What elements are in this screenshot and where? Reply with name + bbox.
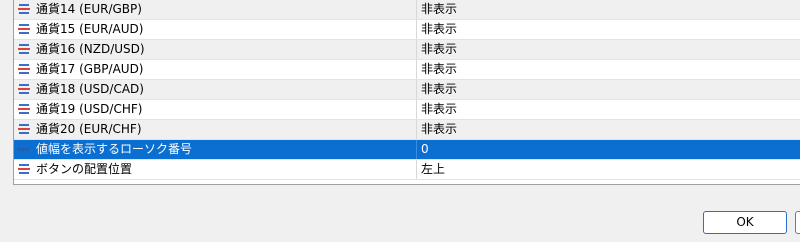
property-list-icon [18,4,30,14]
property-list-icon [18,64,30,74]
property-value[interactable]: 左上 [416,160,800,179]
property-name: 通貨14 (EUR/GBP) [36,2,142,16]
property-name: 通貨16 (NZD/USD) [36,42,145,56]
property-row[interactable]: 通貨14 (EUR/GBP) 非表示 [14,0,800,20]
property-name: ボタンの配置位置 [36,162,133,176]
numeric-value-icon [18,148,29,151]
property-name: 通貨19 (USD/CHF) [36,102,143,116]
cancel-button[interactable] [795,211,800,234]
property-name-cell[interactable]: 値幅を表示するローソク番号 [14,140,416,159]
property-list-icon [18,124,30,134]
property-row[interactable]: 通貨20 (EUR/CHF) 非表示 [14,120,800,140]
properties-dialog: 通貨14 (EUR/GBP) 非表示 通貨15 (EUR/AUD) 非表示 通貨… [0,0,800,242]
property-name: 通貨20 (EUR/CHF) [36,122,142,136]
property-list-icon [18,44,30,54]
property-value[interactable]: 非表示 [416,60,800,79]
property-list-icon [18,104,30,114]
property-value[interactable]: 0 [416,140,800,159]
property-value[interactable]: 非表示 [416,40,800,59]
property-grid[interactable]: 通貨14 (EUR/GBP) 非表示 通貨15 (EUR/AUD) 非表示 通貨… [13,0,800,185]
property-list-icon [18,84,30,94]
property-value[interactable]: 非表示 [416,20,800,39]
property-name: 通貨15 (EUR/AUD) [36,22,144,36]
property-row[interactable]: 通貨18 (USD/CAD) 非表示 [14,80,800,100]
property-value[interactable]: 非表示 [416,80,800,99]
property-name-cell[interactable]: 通貨17 (GBP/AUD) [14,60,416,79]
property-row[interactable]: 通貨16 (NZD/USD) 非表示 [14,40,800,60]
property-name-cell[interactable]: 通貨15 (EUR/AUD) [14,20,416,39]
property-name-cell[interactable]: ボタンの配置位置 [14,160,416,179]
property-name: 通貨17 (GBP/AUD) [36,62,144,76]
property-value[interactable]: 非表示 [416,0,800,19]
property-row[interactable]: ボタンの配置位置 左上 [14,160,800,180]
property-row[interactable]: 通貨17 (GBP/AUD) 非表示 [14,60,800,80]
property-value[interactable]: 非表示 [416,120,800,139]
property-row[interactable]: 通貨15 (EUR/AUD) 非表示 [14,20,800,40]
property-name-cell[interactable]: 通貨19 (USD/CHF) [14,100,416,119]
property-name-cell[interactable]: 通貨20 (EUR/CHF) [14,120,416,139]
property-name: 値幅を表示するローソク番号 [36,142,193,156]
ok-button[interactable]: OK [703,211,787,234]
property-name-cell[interactable]: 通貨16 (NZD/USD) [14,40,416,59]
property-name-cell[interactable]: 通貨18 (USD/CAD) [14,80,416,99]
property-list-icon [18,164,30,174]
property-name-cell[interactable]: 通貨14 (EUR/GBP) [14,0,416,19]
property-row-selected[interactable]: 値幅を表示するローソク番号 0 [14,140,800,160]
property-row[interactable]: 通貨19 (USD/CHF) 非表示 [14,100,800,120]
property-name: 通貨18 (USD/CAD) [36,82,144,96]
property-value[interactable]: 非表示 [416,100,800,119]
property-list-icon [18,24,30,34]
